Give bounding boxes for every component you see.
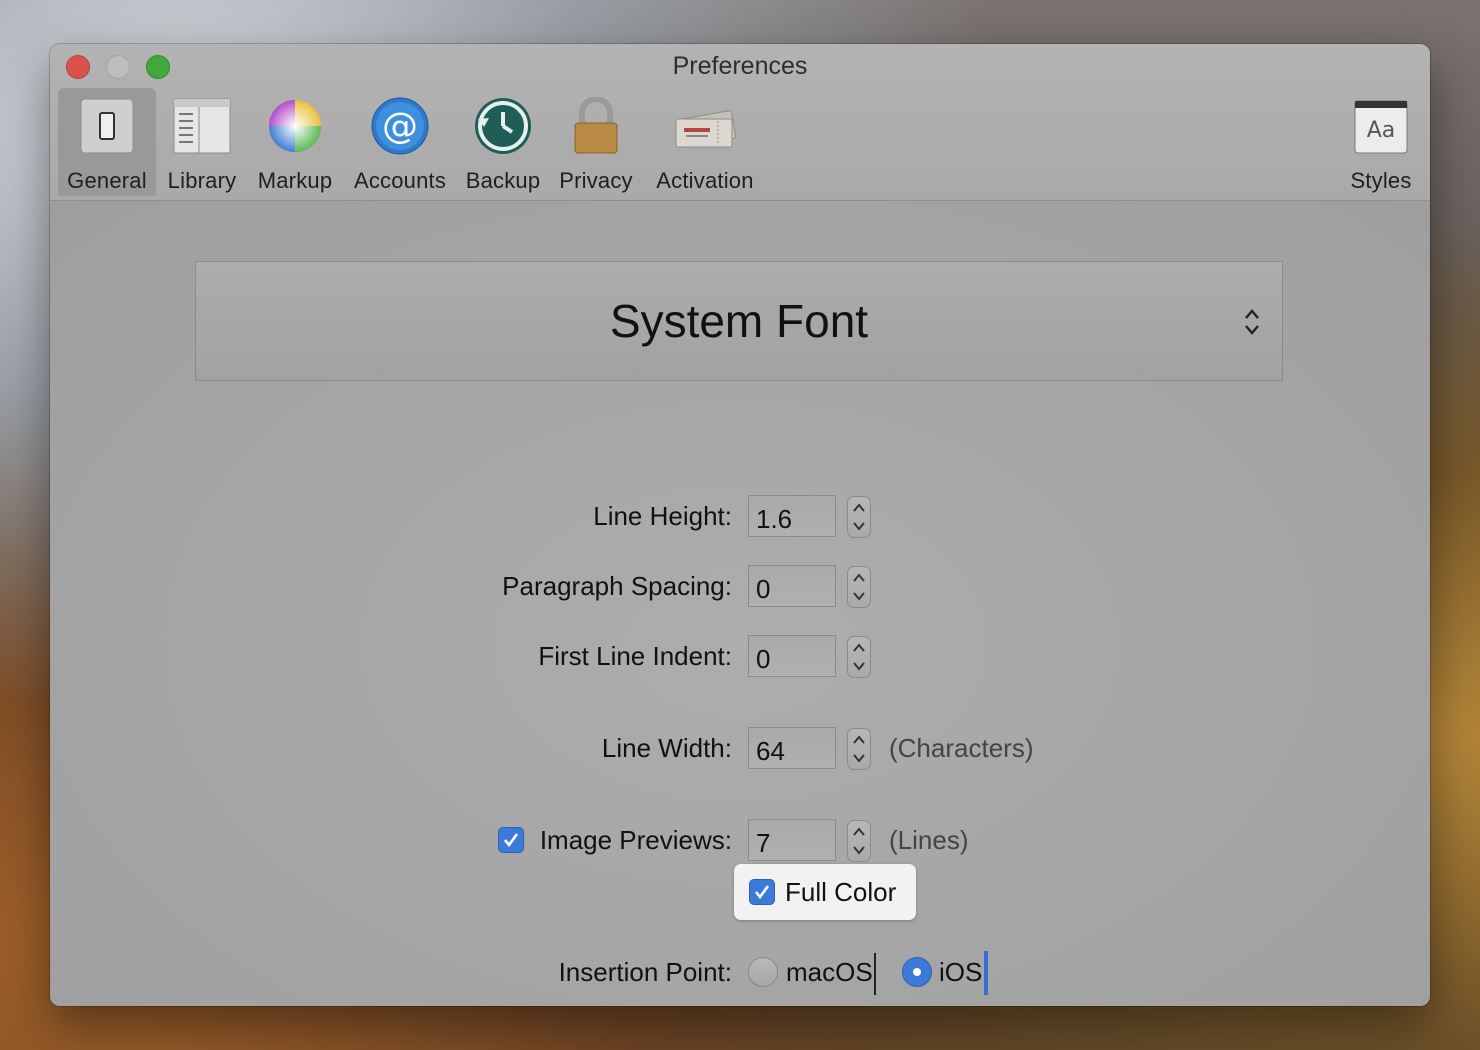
first-line-indent-row: First Line Indent: 0 [50, 635, 1430, 679]
line-width-label: Line Width: [601, 733, 732, 763]
toolbar-privacy[interactable]: Privacy [553, 88, 639, 196]
toolbar-accounts[interactable]: @ Accounts [347, 88, 453, 196]
time-machine-icon [471, 94, 535, 158]
toolbar-markup[interactable]: Markup [250, 88, 340, 196]
line-width-field[interactable]: 64 [748, 727, 836, 769]
paragraph-spacing-row: Paragraph Spacing: 0 [50, 565, 1430, 609]
ios-radio[interactable] [902, 957, 932, 987]
general-switch-icon [75, 94, 139, 158]
ios-caret-sample [984, 951, 988, 995]
first-line-indent-label: First Line Indent: [538, 641, 732, 671]
line-height-stepper[interactable] [847, 496, 871, 538]
toolbar-activation[interactable]: Activation [648, 88, 762, 196]
ticket-icon [673, 94, 737, 158]
line-width-stepper[interactable] [847, 728, 871, 770]
image-previews-unit: (Lines) [889, 825, 969, 855]
padlock-icon [564, 94, 628, 158]
first-line-indent-stepper[interactable] [847, 636, 871, 678]
popup-arrows-icon [1244, 308, 1260, 341]
full-color-label: Full Color [785, 877, 897, 907]
paragraph-spacing-label: Paragraph Spacing: [502, 571, 732, 601]
font-book-icon: Aa [1349, 94, 1413, 158]
image-previews-stepper[interactable] [847, 820, 871, 862]
checkmark-icon [754, 885, 770, 900]
styles-icon-text: Aa [1367, 118, 1396, 143]
color-wheel-icon [263, 94, 327, 158]
font-popup-button[interactable]: System Font [195, 261, 1283, 381]
stepper-arrows-icon [853, 503, 865, 531]
full-color-option[interactable]: Full Color [734, 864, 916, 920]
toolbar-general[interactable]: General [58, 88, 156, 196]
stepper-arrows-icon [853, 643, 865, 671]
toolbar-styles[interactable]: Aa Styles [1340, 88, 1422, 196]
macos-radio-label: macOS [786, 957, 873, 987]
macos-caret-sample [874, 953, 876, 995]
toolbar-library[interactable]: Library [160, 88, 244, 196]
toolbar-backup[interactable]: Backup [460, 88, 546, 196]
macos-radio[interactable] [748, 957, 778, 987]
stepper-arrows-icon [853, 827, 865, 855]
library-icon [170, 94, 234, 158]
insertion-point-label: Insertion Point: [558, 957, 732, 987]
titlebar: Preferences General Library Markup @ Acc… [50, 44, 1430, 201]
window-title: Preferences [672, 52, 808, 80]
ios-radio-label: iOS [939, 957, 983, 987]
preferences-window: Preferences General Library Markup @ Acc… [50, 44, 1430, 1006]
line-width-unit: (Characters) [889, 733, 1034, 763]
image-previews-label: Image Previews: [539, 825, 732, 855]
full-color-checkbox[interactable] [749, 879, 775, 905]
image-previews-checkbox[interactable] [498, 827, 524, 853]
line-height-label: Line Height: [593, 501, 732, 531]
svg-text:@: @ [382, 106, 418, 147]
stepper-arrows-icon [853, 573, 865, 601]
image-previews-field[interactable]: 7 [748, 819, 836, 861]
paragraph-spacing-stepper[interactable] [847, 566, 871, 608]
font-popup-label: System Font [609, 295, 869, 347]
line-height-row: Line Height: 1.6 [50, 495, 1430, 539]
line-width-row: Line Width: 64 (Characters) [50, 727, 1430, 771]
general-pane: System Font Line Height: 1.6 Paragraph S… [50, 201, 1430, 1006]
checkmark-icon [503, 833, 519, 848]
stepper-arrows-icon [853, 735, 865, 763]
insertion-point-row: Insertion Point: macOS iOS [50, 951, 1430, 995]
paragraph-spacing-field[interactable]: 0 [748, 565, 836, 607]
first-line-indent-field[interactable]: 0 [748, 635, 836, 677]
at-sign-icon: @ [368, 94, 432, 158]
image-previews-row: Image Previews: 7 (Lines) [50, 819, 1430, 863]
line-height-field[interactable]: 1.6 [748, 495, 836, 537]
